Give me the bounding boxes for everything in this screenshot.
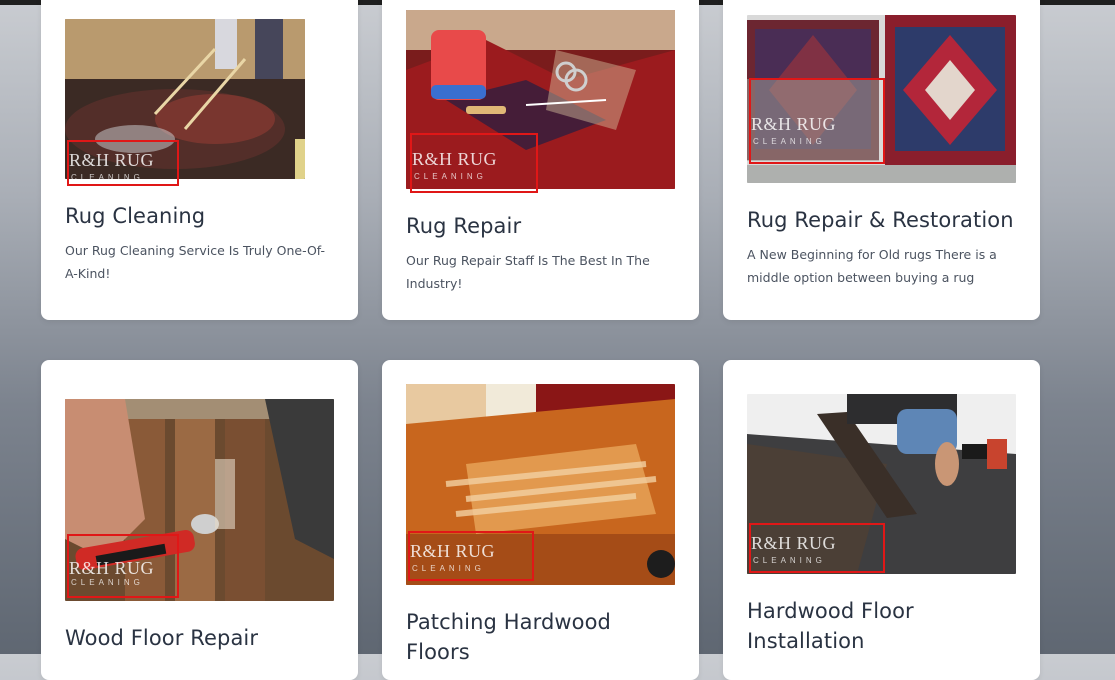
card-title[interactable]: Rug Repair bbox=[406, 211, 686, 241]
watermark-box: R&H RUG CLEANING bbox=[749, 78, 885, 164]
card-description: A New Beginning for Old rugs There is a … bbox=[747, 247, 997, 285]
card-title[interactable]: Wood Floor Repair bbox=[65, 623, 345, 653]
watermark-box: R&H RUG CLEANING bbox=[410, 133, 538, 193]
card-description: Our Rug Cleaning Service Is Truly One-Of… bbox=[65, 243, 326, 281]
service-card-rug-repair[interactable]: R&H RUG CLEANING Rug Repair Our Rug Repa… bbox=[382, 0, 699, 320]
watermark-brand: R&H RUG bbox=[751, 533, 837, 553]
service-card-patching-hardwood[interactable]: R&H RUG CLEANING Patching Hardwood Floor… bbox=[382, 360, 699, 680]
service-card-rug-restoration[interactable]: R&H RUG CLEANING Rug Repair & Restoratio… bbox=[723, 0, 1040, 320]
watermark-brand: R&H RUG bbox=[412, 149, 498, 169]
service-card-wood-floor-repair[interactable]: R&H RUG CLEANING Wood Floor Repair bbox=[41, 360, 358, 680]
watermark-brand: R&H RUG bbox=[751, 114, 837, 134]
watermark-brand: R&H RUG bbox=[410, 541, 496, 561]
card-title[interactable]: Rug Cleaning bbox=[65, 201, 345, 231]
watermark-box: R&H RUG CLEANING bbox=[749, 523, 885, 573]
watermark-brand: R&H RUG bbox=[69, 558, 155, 578]
watermark-sub: CLEANING bbox=[71, 578, 144, 587]
watermark-brand: R&H RUG bbox=[69, 150, 155, 170]
watermark-box: R&H RUG CLEANING bbox=[408, 531, 534, 581]
watermark-sub: CLEANING bbox=[414, 172, 487, 181]
card-title[interactable]: Patching Hardwood Floors bbox=[406, 607, 676, 667]
watermark-sub: CLEANING bbox=[412, 564, 485, 573]
watermark-sub: CLEANING bbox=[753, 556, 826, 565]
card-description: Our Rug Repair Staff Is The Best In The … bbox=[406, 253, 650, 291]
watermark-sub: CLEANING bbox=[753, 137, 826, 146]
service-card-rug-cleaning[interactable]: R&H RUG CLEANING Rug Cleaning Our Rug Cl… bbox=[41, 0, 358, 320]
watermark-box: R&H RUG CLEANING bbox=[67, 534, 179, 598]
card-title[interactable]: Rug Repair & Restoration bbox=[747, 205, 1032, 235]
watermark-sub: CLEANING bbox=[71, 173, 144, 182]
card-title[interactable]: Hardwood Floor Installation bbox=[747, 596, 997, 656]
service-card-hardwood-installation[interactable]: R&H RUG CLEANING Hardwood Floor Installa… bbox=[723, 360, 1040, 680]
watermark-box: R&H RUG CLEANING bbox=[67, 140, 179, 186]
